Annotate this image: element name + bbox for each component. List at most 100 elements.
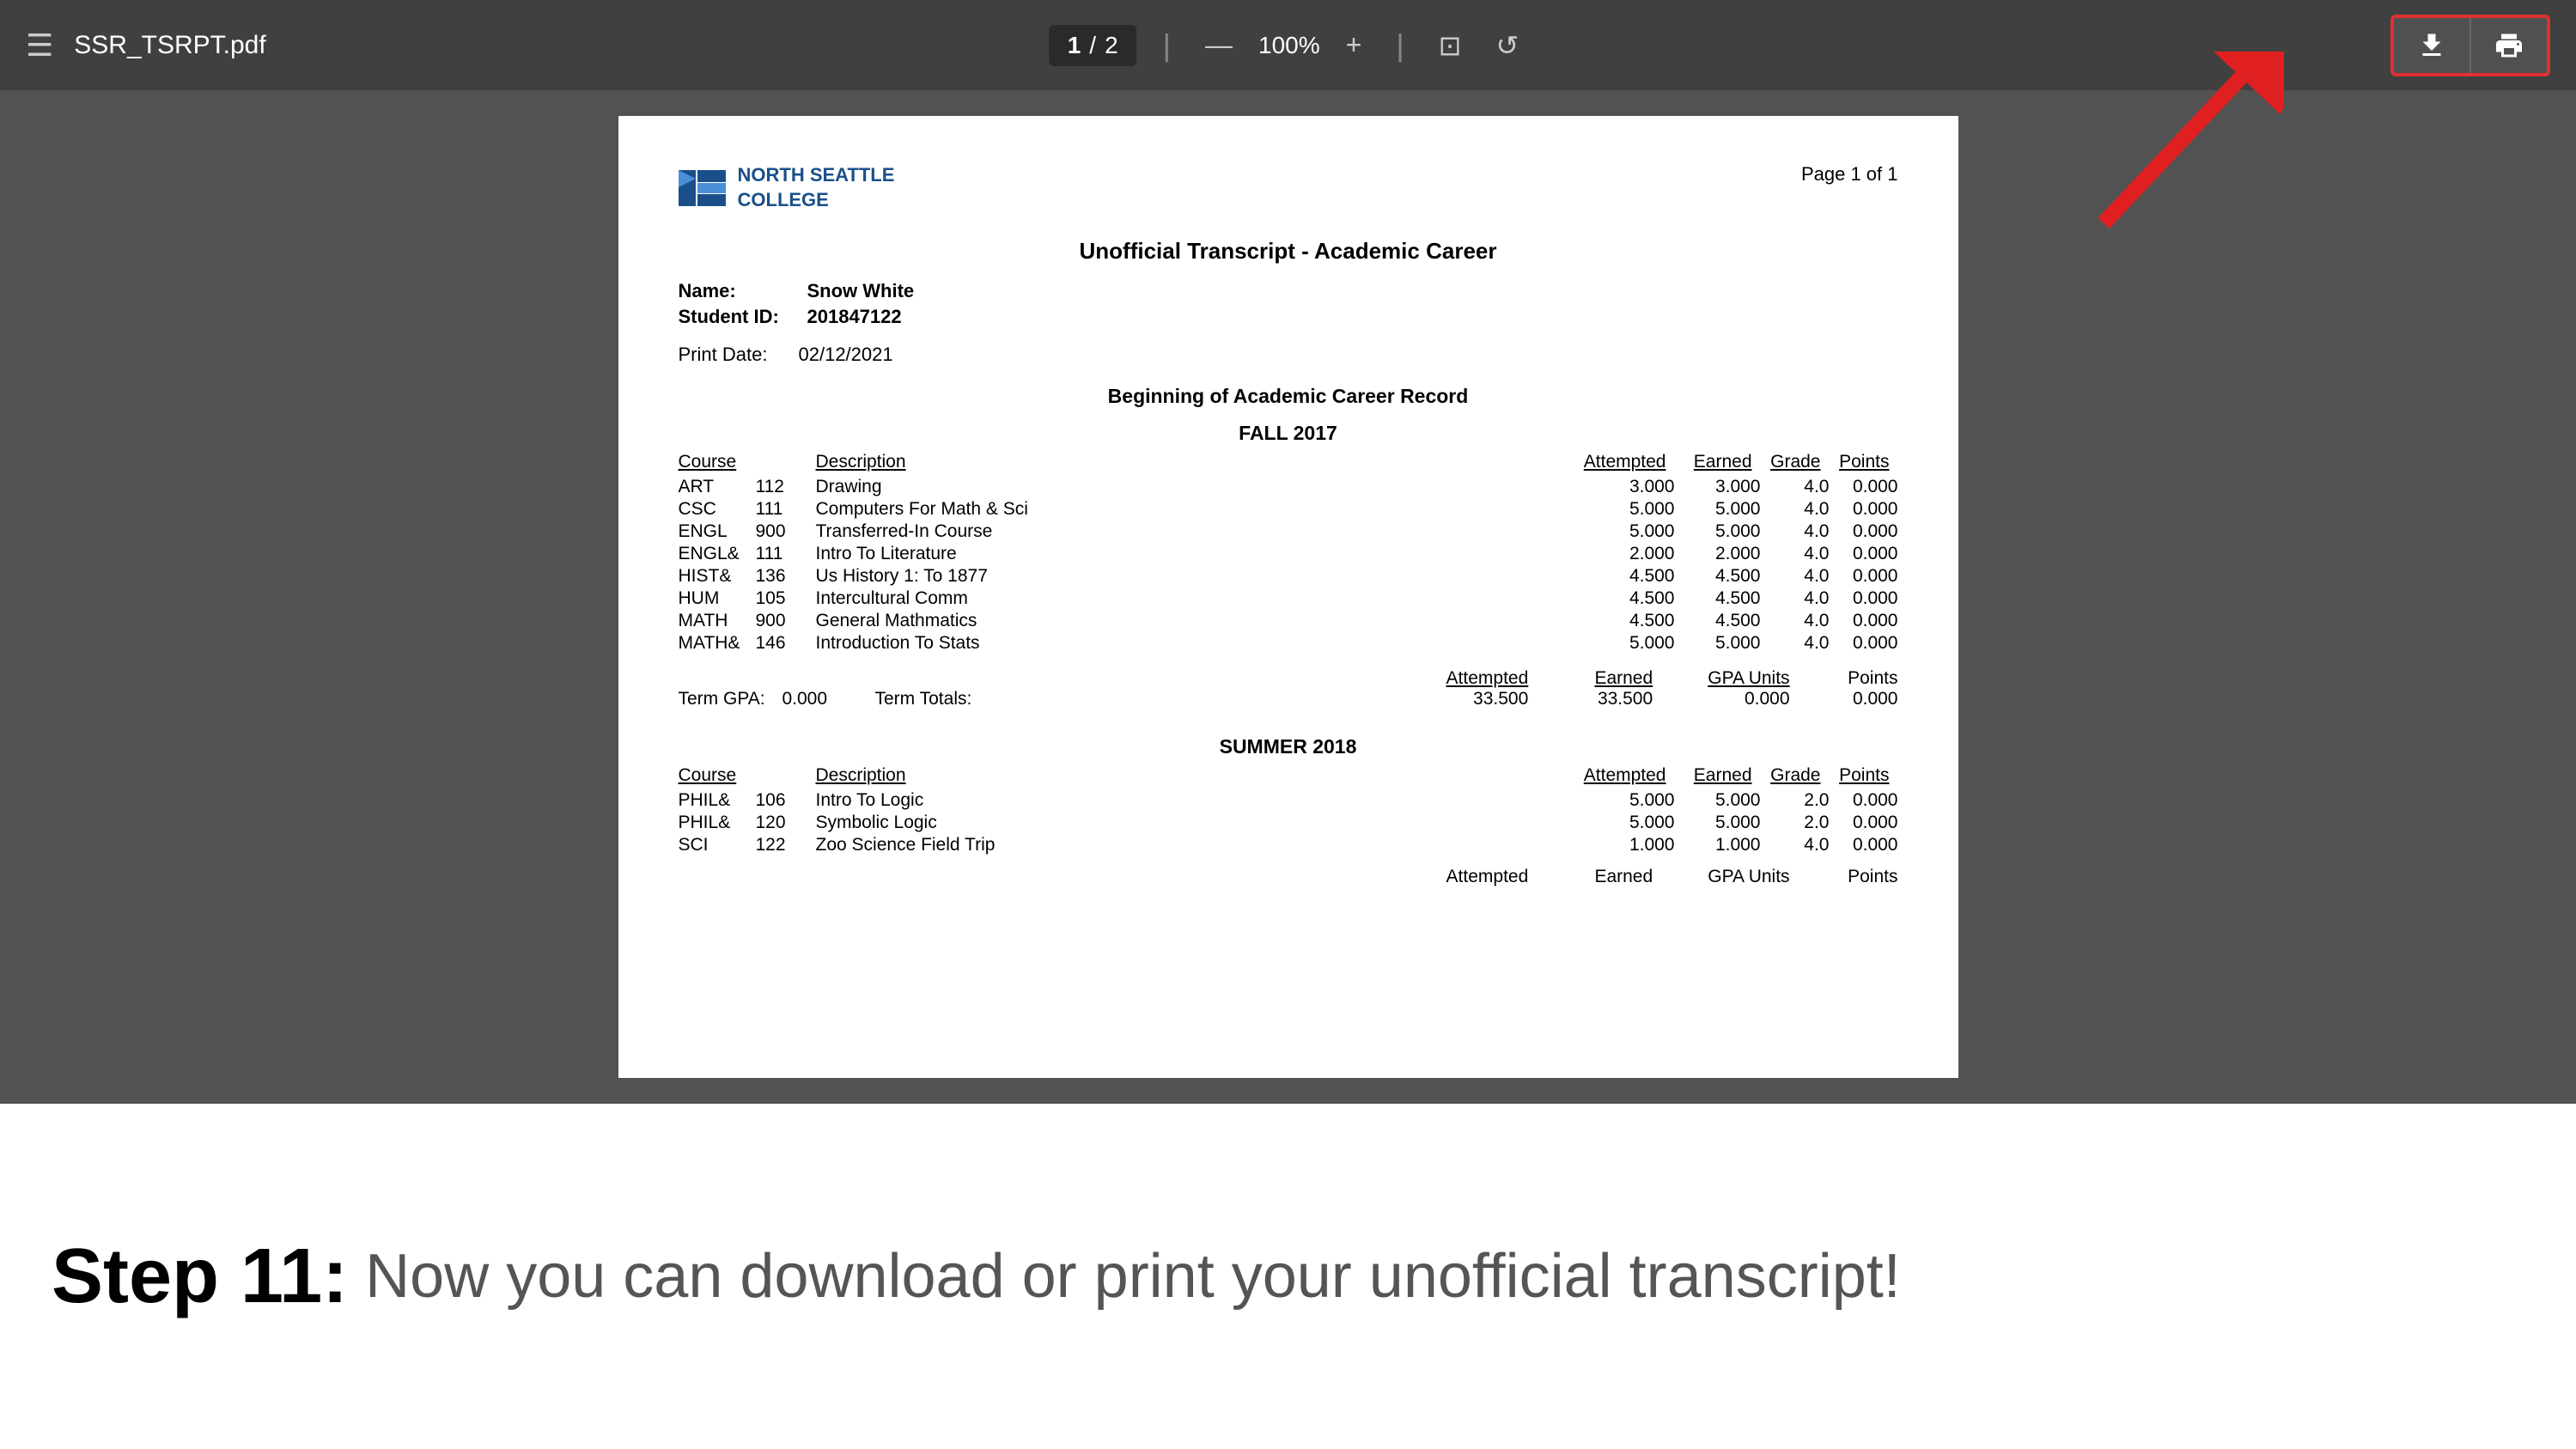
course-attempted: 4.500 [1580, 588, 1675, 610]
course-earned: 4.500 [1675, 588, 1761, 610]
course-attempted: 5.000 [1580, 498, 1675, 521]
course-grade: 4.0 [1761, 543, 1830, 565]
col-header-desc: Description [816, 452, 1580, 476]
summer-2018-table: Course Description Attempted Earned Grad… [679, 765, 1898, 856]
print-button[interactable] [2471, 18, 2547, 73]
course-desc: Introduction To Stats [816, 632, 1580, 654]
course-earned: 5.000 [1675, 521, 1761, 543]
course-desc: Zoo Science Field Trip [816, 834, 1580, 856]
totals-points-val: 0.000 [1799, 689, 1898, 709]
student-id-row: Student ID: 201847122 [679, 306, 1898, 328]
summer-2018-totals-header-row: Attempted Earned GPA Units Points [679, 867, 1898, 887]
course-num: 111 [756, 498, 816, 521]
pdf-viewer: NORTH SEATTLECOLLEGE Page 1 of 1 Unoffic… [0, 90, 2576, 1104]
course-points: 0.000 [1830, 610, 1898, 632]
s-col-header-grade: Grade [1761, 765, 1830, 789]
college-name: NORTH SEATTLECOLLEGE [738, 163, 895, 212]
course-attempted: 1.000 [1580, 834, 1675, 856]
course-num: 111 [756, 543, 816, 565]
course-num: 112 [756, 476, 816, 498]
summer-2018-header-row: Course Description Attempted Earned Grad… [679, 765, 1898, 789]
fall-2017-header-row: Course Description Attempted Earned Grad… [679, 452, 1898, 476]
term-totals-label: Term Totals: [875, 689, 972, 709]
print-date-value: 02/12/2021 [799, 344, 893, 366]
course-grade: 4.0 [1761, 498, 1830, 521]
fit-page-button[interactable]: ⊡ [1430, 26, 1471, 65]
id-label: Student ID: [679, 306, 782, 328]
col-header-course: Course [679, 452, 756, 476]
hamburger-icon[interactable]: ☰ [26, 27, 53, 64]
print-icon [2494, 30, 2524, 61]
toolbar-divider-2: | [1396, 27, 1404, 64]
term-gpa-cell: Term GPA: 0.000 Term Totals: [679, 689, 1400, 709]
course-desc: Intro To Literature [816, 543, 1580, 565]
course-code: SCI [679, 834, 756, 856]
rotate-button[interactable]: ↺ [1487, 26, 1527, 65]
download-icon [2416, 30, 2447, 61]
page-separator: / [1089, 32, 1096, 59]
course-code: MATH& [679, 632, 756, 654]
totals-attempted-label: Attempted [1400, 668, 1537, 689]
course-num: 106 [756, 789, 816, 812]
toolbar-center: 1 / 2 | — 100% + | ⊡ ↺ [1049, 25, 1528, 66]
course-desc: General Mathmatics [816, 610, 1580, 632]
summer-2018-totals: Attempted Earned GPA Units Points [679, 867, 1898, 887]
student-name-row: Name: Snow White [679, 280, 1898, 302]
totals-points-label: Points [1799, 668, 1898, 689]
course-attempted: 2.000 [1580, 543, 1675, 565]
course-grade: 2.0 [1761, 812, 1830, 834]
toolbar-right [2390, 15, 2550, 76]
table-row: SCI 122 Zoo Science Field Trip 1.000 1.0… [679, 834, 1898, 856]
course-points: 0.000 [1830, 812, 1898, 834]
name-label: Name: [679, 280, 782, 302]
zoom-out-button[interactable]: — [1197, 26, 1241, 64]
download-button[interactable] [2394, 18, 2471, 73]
print-date-label: Print Date: [679, 344, 782, 366]
fall-2017-totals-header-row: Attempted Earned GPA Units Points [679, 668, 1898, 689]
course-attempted: 4.500 [1580, 610, 1675, 632]
course-points: 0.000 [1830, 789, 1898, 812]
course-desc: Drawing [816, 476, 1580, 498]
s-totals-attempted-label: Attempted [1400, 867, 1537, 887]
zoom-in-button[interactable]: + [1337, 26, 1371, 64]
step-description: Now you can download or print your unoff… [365, 1241, 1901, 1312]
course-earned: 4.500 [1675, 565, 1761, 588]
course-desc: Symbolic Logic [816, 812, 1580, 834]
summer-2018-section: SUMMER 2018 Course Description Attempted… [679, 735, 1898, 887]
table-row: PHIL& 120 Symbolic Logic 5.000 5.000 2.0… [679, 812, 1898, 834]
course-earned: 5.000 [1675, 789, 1761, 812]
course-grade: 4.0 [1761, 588, 1830, 610]
course-attempted: 5.000 [1580, 789, 1675, 812]
table-row: HUM 105 Intercultural Comm 4.500 4.500 4… [679, 588, 1898, 610]
s-totals-points-label: Points [1799, 867, 1898, 887]
s-col-header-num [756, 765, 816, 789]
id-value: 201847122 [807, 306, 902, 328]
course-attempted: 4.500 [1580, 565, 1675, 588]
table-row: ART 112 Drawing 3.000 3.000 4.0 0.000 [679, 476, 1898, 498]
totals-attempted-val: 33.500 [1400, 689, 1537, 709]
filename: SSR_TSRPT.pdf [74, 31, 265, 60]
course-grade: 4.0 [1761, 834, 1830, 856]
table-row: ENGL& 111 Intro To Literature 2.000 2.00… [679, 543, 1898, 565]
page-total: 2 [1105, 32, 1118, 59]
s-col-header-course: Course [679, 765, 756, 789]
toolbar-left: ☰ SSR_TSRPT.pdf [26, 27, 266, 64]
course-desc: Transferred-In Course [816, 521, 1580, 543]
section-header: Beginning of Academic Career Record [679, 385, 1898, 408]
course-earned: 4.500 [1675, 610, 1761, 632]
table-row: HIST& 136 Us History 1: To 1877 4.500 4.… [679, 565, 1898, 588]
course-earned: 2.000 [1675, 543, 1761, 565]
table-row: CSC 111 Computers For Math & Sci 5.000 5… [679, 498, 1898, 521]
course-num: 120 [756, 812, 816, 834]
page-number: Page 1 of 1 [1801, 163, 1898, 186]
course-num: 900 [756, 610, 816, 632]
course-attempted: 5.000 [1580, 812, 1675, 834]
course-points: 0.000 [1830, 498, 1898, 521]
course-points: 0.000 [1830, 588, 1898, 610]
page-indicator: 1 / 2 [1049, 25, 1137, 66]
col-header-points: Points [1830, 452, 1898, 476]
summer-2018-header: SUMMER 2018 [679, 735, 1898, 758]
totals-gpa-units-val: 0.000 [1661, 689, 1798, 709]
course-earned: 5.000 [1675, 812, 1761, 834]
totals-earned-val: 33.500 [1537, 689, 1661, 709]
